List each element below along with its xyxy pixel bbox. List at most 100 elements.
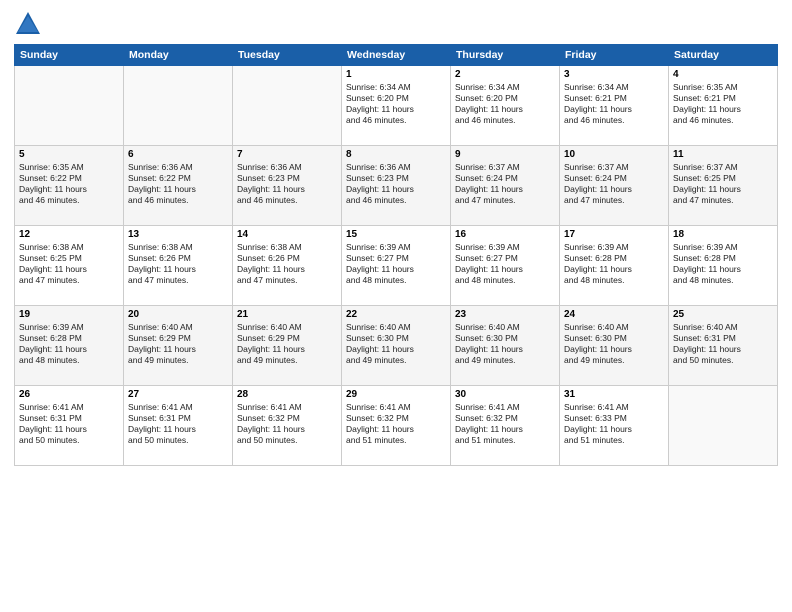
calendar-cell: 28 Sunrise: 6:41 AM Sunset: 6:32 PM Dayli… bbox=[233, 386, 342, 466]
weekday-header-saturday: Saturday bbox=[669, 45, 778, 66]
day-info: Sunrise: 6:41 AM Sunset: 6:32 PM Dayligh… bbox=[455, 402, 555, 446]
day-info: Sunrise: 6:35 AM Sunset: 6:22 PM Dayligh… bbox=[19, 162, 119, 206]
day-number: 13 bbox=[128, 229, 228, 240]
day-info: Sunrise: 6:39 AM Sunset: 6:27 PM Dayligh… bbox=[455, 242, 555, 286]
calendar-cell: 12 Sunrise: 6:38 AM Sunset: 6:25 PM Dayli… bbox=[15, 226, 124, 306]
calendar-cell: 26 Sunrise: 6:41 AM Sunset: 6:31 PM Dayli… bbox=[15, 386, 124, 466]
day-number: 22 bbox=[346, 309, 446, 320]
day-number: 7 bbox=[237, 149, 337, 160]
calendar-cell: 30 Sunrise: 6:41 AM Sunset: 6:32 PM Dayli… bbox=[451, 386, 560, 466]
calendar-cell bbox=[233, 66, 342, 146]
day-number: 31 bbox=[564, 389, 664, 400]
calendar-cell: 29Sunrise: 6:41 AM Sunset: 6:32 PM Dayli… bbox=[342, 386, 451, 466]
day-number: 20 bbox=[128, 309, 228, 320]
calendar-cell: 9 Sunrise: 6:37 AM Sunset: 6:24 PM Daylig… bbox=[451, 146, 560, 226]
calendar-cell: 22 Sunrise: 6:40 AM Sunset: 6:30 PM Dayli… bbox=[342, 306, 451, 386]
calendar-cell: 23Sunrise: 6:40 AM Sunset: 6:30 PM Dayli… bbox=[451, 306, 560, 386]
day-info: Sunrise: 6:37 AM Sunset: 6:25 PM Dayligh… bbox=[673, 162, 773, 206]
day-number: 25 bbox=[673, 309, 773, 320]
day-number: 15 bbox=[346, 229, 446, 240]
calendar-cell: 10 Sunrise: 6:37 AM Sunset: 6:24 PM Dayli… bbox=[560, 146, 669, 226]
day-number: 18 bbox=[673, 229, 773, 240]
day-number: 4 bbox=[673, 69, 773, 80]
weekday-header-monday: Monday bbox=[124, 45, 233, 66]
day-info: Sunrise: 6:41 AM Sunset: 6:32 PM Dayligh… bbox=[237, 402, 337, 446]
calendar-cell: 13 Sunrise: 6:38 AM Sunset: 6:26 PM Dayli… bbox=[124, 226, 233, 306]
day-info: Sunrise: 6:38 AM Sunset: 6:25 PM Dayligh… bbox=[19, 242, 119, 286]
day-number: 2 bbox=[455, 69, 555, 80]
calendar-cell: 17 Sunrise: 6:39 AM Sunset: 6:28 PM Dayli… bbox=[560, 226, 669, 306]
logo bbox=[14, 10, 46, 38]
day-info: Sunrise: 6:39 AM Sunset: 6:28 PM Dayligh… bbox=[673, 242, 773, 286]
logo-icon bbox=[14, 10, 42, 38]
calendar-cell bbox=[669, 386, 778, 466]
day-number: 11 bbox=[673, 149, 773, 160]
day-info: Sunrise: 6:40 AM Sunset: 6:29 PM Dayligh… bbox=[128, 322, 228, 366]
weekday-header-tuesday: Tuesday bbox=[233, 45, 342, 66]
calendar-week-row: 5Sunrise: 6:35 AM Sunset: 6:22 PM Daylig… bbox=[15, 146, 778, 226]
day-info: Sunrise: 6:36 AM Sunset: 6:23 PM Dayligh… bbox=[237, 162, 337, 206]
day-info: Sunrise: 6:41 AM Sunset: 6:32 PM Dayligh… bbox=[346, 402, 446, 446]
day-info: Sunrise: 6:40 AM Sunset: 6:29 PM Dayligh… bbox=[237, 322, 337, 366]
calendar-cell: 8Sunrise: 6:36 AM Sunset: 6:23 PM Daylig… bbox=[342, 146, 451, 226]
calendar-cell: 27Sunrise: 6:41 AM Sunset: 6:31 PM Dayli… bbox=[124, 386, 233, 466]
day-number: 28 bbox=[237, 389, 337, 400]
day-number: 12 bbox=[19, 229, 119, 240]
day-number: 27 bbox=[128, 389, 228, 400]
day-number: 9 bbox=[455, 149, 555, 160]
calendar-cell: 19Sunrise: 6:39 AM Sunset: 6:28 PM Dayli… bbox=[15, 306, 124, 386]
day-number: 24 bbox=[564, 309, 664, 320]
day-info: Sunrise: 6:34 AM Sunset: 6:20 PM Dayligh… bbox=[346, 82, 446, 126]
day-number: 16 bbox=[455, 229, 555, 240]
day-info: Sunrise: 6:41 AM Sunset: 6:33 PM Dayligh… bbox=[564, 402, 664, 446]
day-number: 17 bbox=[564, 229, 664, 240]
day-number: 21 bbox=[237, 309, 337, 320]
calendar-cell: 31 Sunrise: 6:41 AM Sunset: 6:33 PM Dayli… bbox=[560, 386, 669, 466]
day-number: 1 bbox=[346, 69, 446, 80]
calendar-cell: 21 Sunrise: 6:40 AM Sunset: 6:29 PM Dayli… bbox=[233, 306, 342, 386]
day-number: 26 bbox=[19, 389, 119, 400]
calendar-cell: 16 Sunrise: 6:39 AM Sunset: 6:27 PM Dayli… bbox=[451, 226, 560, 306]
day-info: Sunrise: 6:39 AM Sunset: 6:27 PM Dayligh… bbox=[346, 242, 446, 286]
calendar-cell: 25 Sunrise: 6:40 AM Sunset: 6:31 PM Dayli… bbox=[669, 306, 778, 386]
weekday-header-friday: Friday bbox=[560, 45, 669, 66]
day-info: Sunrise: 6:41 AM Sunset: 6:31 PM Dayligh… bbox=[19, 402, 119, 446]
calendar-cell: 5Sunrise: 6:35 AM Sunset: 6:22 PM Daylig… bbox=[15, 146, 124, 226]
calendar-week-row: 19Sunrise: 6:39 AM Sunset: 6:28 PM Dayli… bbox=[15, 306, 778, 386]
calendar-cell: 6 Sunrise: 6:36 AM Sunset: 6:22 PM Daylig… bbox=[124, 146, 233, 226]
day-info: Sunrise: 6:40 AM Sunset: 6:31 PM Dayligh… bbox=[673, 322, 773, 366]
calendar-cell: 11 Sunrise: 6:37 AM Sunset: 6:25 PM Dayli… bbox=[669, 146, 778, 226]
day-number: 3 bbox=[564, 69, 664, 80]
calendar-week-row: 12 Sunrise: 6:38 AM Sunset: 6:25 PM Dayli… bbox=[15, 226, 778, 306]
calendar-cell: 4Sunrise: 6:35 AM Sunset: 6:21 PM Daylig… bbox=[669, 66, 778, 146]
day-info: Sunrise: 6:40 AM Sunset: 6:30 PM Dayligh… bbox=[564, 322, 664, 366]
weekday-header-row: SundayMondayTuesdayWednesdayThursdayFrid… bbox=[15, 45, 778, 66]
calendar-cell bbox=[124, 66, 233, 146]
day-info: Sunrise: 6:34 AM Sunset: 6:20 PM Dayligh… bbox=[455, 82, 555, 126]
calendar-cell: 14 Sunrise: 6:38 AM Sunset: 6:26 PM Dayli… bbox=[233, 226, 342, 306]
day-number: 8 bbox=[346, 149, 446, 160]
weekday-header-wednesday: Wednesday bbox=[342, 45, 451, 66]
day-number: 30 bbox=[455, 389, 555, 400]
calendar-cell: 2 Sunrise: 6:34 AM Sunset: 6:20 PM Daylig… bbox=[451, 66, 560, 146]
calendar-week-row: 26 Sunrise: 6:41 AM Sunset: 6:31 PM Dayli… bbox=[15, 386, 778, 466]
day-info: Sunrise: 6:38 AM Sunset: 6:26 PM Dayligh… bbox=[237, 242, 337, 286]
weekday-header-thursday: Thursday bbox=[451, 45, 560, 66]
calendar-cell: 1 Sunrise: 6:34 AM Sunset: 6:20 PM Daylig… bbox=[342, 66, 451, 146]
day-info: Sunrise: 6:40 AM Sunset: 6:30 PM Dayligh… bbox=[346, 322, 446, 366]
calendar-week-row: 1 Sunrise: 6:34 AM Sunset: 6:20 PM Daylig… bbox=[15, 66, 778, 146]
header bbox=[14, 10, 778, 38]
day-info: Sunrise: 6:37 AM Sunset: 6:24 PM Dayligh… bbox=[455, 162, 555, 206]
calendar-cell: 15 Sunrise: 6:39 AM Sunset: 6:27 PM Dayli… bbox=[342, 226, 451, 306]
day-info: Sunrise: 6:37 AM Sunset: 6:24 PM Dayligh… bbox=[564, 162, 664, 206]
day-number: 23 bbox=[455, 309, 555, 320]
day-number: 6 bbox=[128, 149, 228, 160]
day-number: 10 bbox=[564, 149, 664, 160]
calendar-cell: 3Sunrise: 6:34 AM Sunset: 6:21 PM Daylig… bbox=[560, 66, 669, 146]
day-number: 19 bbox=[19, 309, 119, 320]
calendar-cell: 7 Sunrise: 6:36 AM Sunset: 6:23 PM Daylig… bbox=[233, 146, 342, 226]
day-info: Sunrise: 6:39 AM Sunset: 6:28 PM Dayligh… bbox=[564, 242, 664, 286]
day-number: 14 bbox=[237, 229, 337, 240]
day-info: Sunrise: 6:38 AM Sunset: 6:26 PM Dayligh… bbox=[128, 242, 228, 286]
day-info: Sunrise: 6:36 AM Sunset: 6:22 PM Dayligh… bbox=[128, 162, 228, 206]
